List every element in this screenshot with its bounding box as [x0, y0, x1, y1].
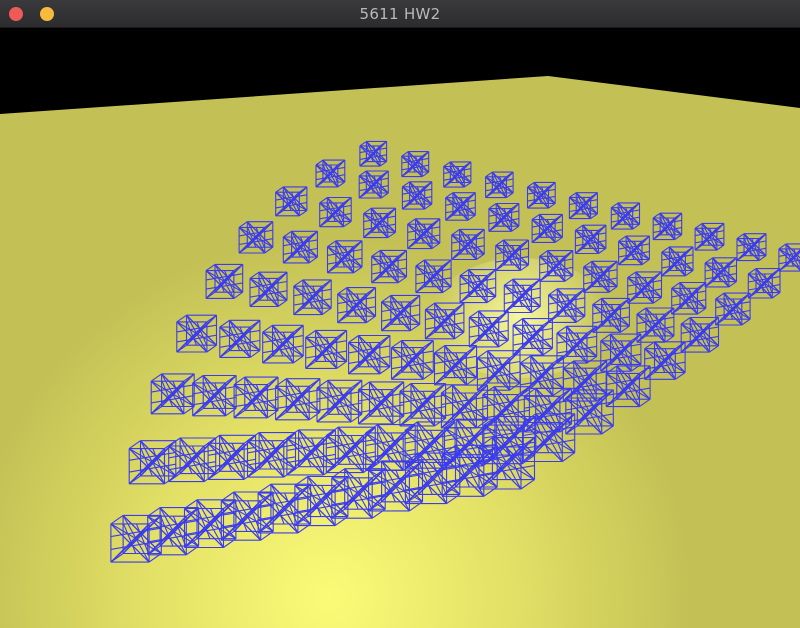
window-title: 5611 HW2 — [359, 5, 441, 23]
render-viewport[interactable] — [0, 28, 800, 628]
title-bar: 5611 HW2 — [0, 0, 800, 28]
app-window: 5611 HW2 — [0, 0, 800, 628]
scene-canvas[interactable] — [0, 28, 800, 628]
